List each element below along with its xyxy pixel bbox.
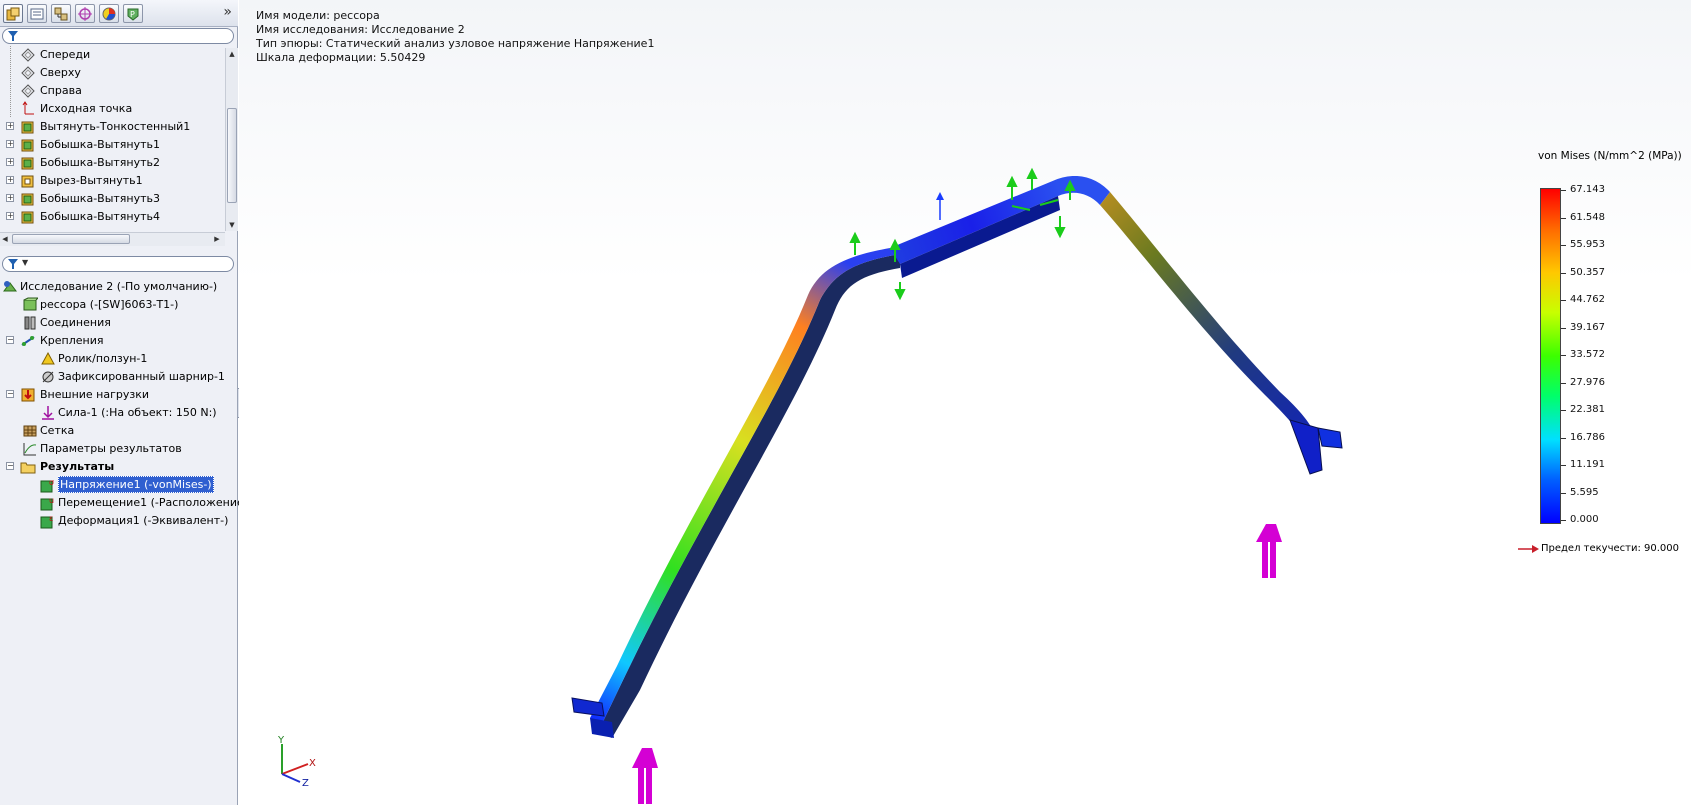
legend-tick-label: 33.572 [1570, 349, 1605, 360]
legend-tick-label: 0.000 [1570, 514, 1599, 525]
legend-tick-mark [1561, 272, 1566, 274]
legend-tick-mark [1561, 245, 1566, 246]
legend-tick-mark [1561, 437, 1566, 439]
legend-tick-label: 39.167 [1570, 321, 1605, 333]
legend-tick-label: 55.953 [1570, 239, 1605, 250]
legend-tick-label: 61.548 [1570, 211, 1605, 223]
legend-tick-mark [1561, 520, 1566, 521]
legend-tick-label: 67.143 [1570, 184, 1605, 195]
legend-tick-mark [1561, 217, 1566, 219]
legend-tick-mark [1561, 300, 1566, 301]
legend-title: von Mises (N/mm^2 (MPa)) [1538, 150, 1682, 162]
legend-tick-label: 22.381 [1570, 404, 1605, 415]
legend-colorbar [1540, 188, 1561, 524]
leaf-spring-model[interactable] [0, 0, 1691, 805]
legend-tick-label: 5.595 [1570, 486, 1599, 498]
triad-y-label: Y [277, 735, 285, 746]
triad-z-label: Z [302, 778, 309, 788]
load-arrow [936, 192, 944, 220]
yield-strength-text: Предел текучести: 90.000 [1541, 543, 1680, 554]
axis-triad: Y X Z [277, 735, 316, 788]
legend-tick-mark [1561, 492, 1566, 494]
legend-tick-mark [1561, 382, 1566, 384]
legend-tick-mark [1561, 355, 1566, 356]
legend-tick-label: 50.357 [1570, 266, 1605, 278]
legend-tick-mark [1561, 190, 1566, 191]
legend-tick-label: 27.976 [1570, 376, 1605, 388]
legend-tick-mark [1561, 410, 1566, 411]
force-arrows [632, 524, 1282, 804]
triad-x-label: X [309, 758, 316, 769]
yield-arrow-icon [1518, 545, 1539, 553]
legend-tick-mark [1561, 327, 1566, 329]
legend-tick-label: 16.786 [1570, 431, 1605, 443]
legend-tick-mark [1561, 465, 1566, 466]
legend-tick-label: 44.762 [1570, 294, 1605, 305]
legend-tick-label: 11.191 [1570, 459, 1605, 470]
